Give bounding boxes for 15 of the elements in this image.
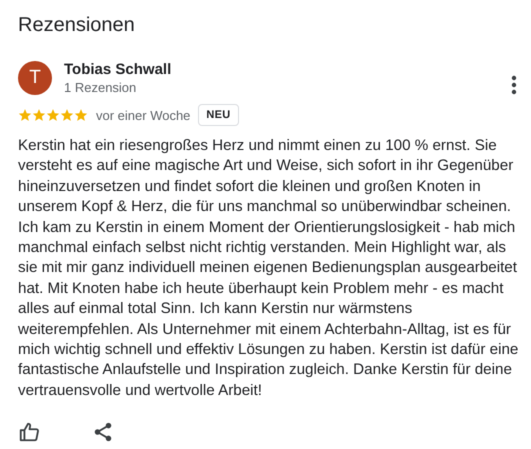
review-count: 1 Rezension: [64, 79, 138, 96]
star-icon: [46, 108, 60, 122]
review-text: Kerstin hat ein riesengroßes Herz und nimmt einen zu 100 % ernst. Sie versteht es auf eine magische Art und Weise, sich sofort in ihr Gegenüber hineinzuversetzen und findet sofort die kleinen und großen Knoten in unserem Kopf & Herz, die für uns manchmal so unüberwindbar scheinen. Ich kam zu Kerstin in einem Moment der Orientierungslosigkeit - hab mich manchmal einfach selbst nicht richtig verstanden. Mein Highlight war, als sie mit mir ganz individuell meinen eigenen Bedienungsplan ausgearbeitet hat. Mit Knoten habe ich heute überhaupt kein Problem mehr - es macht alles auf einmal total Sinn. Ich kann Kerstin nur wärmstens weiterempfehlen. Als Unternehmer mit einem Achterbahn-Alltag, ist es für mich wichtig schnell und effektiv Lösungen zu haben. Kerstin ist dafür eine fantastische Anlaufstelle und Inspiration zugleich. Danke Kerstin für deine vertrauensvolle und wertvolle Arbeit!: [18, 136, 520, 401]
star-icon: [60, 108, 74, 122]
share-icon[interactable]: [92, 421, 114, 444]
review-time: vor einer Woche: [96, 108, 190, 122]
avatar[interactable]: T: [18, 61, 52, 95]
star-icon: [18, 108, 32, 122]
star-icon: [74, 108, 88, 122]
section-title: Rezensionen: [18, 13, 136, 38]
new-badge: NEU: [198, 104, 239, 126]
author-name[interactable]: Tobias Schwall: [64, 60, 499, 79]
thumbs-up-icon[interactable]: [18, 421, 40, 444]
more-options-icon[interactable]: [511, 75, 517, 95]
star-icon: [32, 108, 46, 122]
